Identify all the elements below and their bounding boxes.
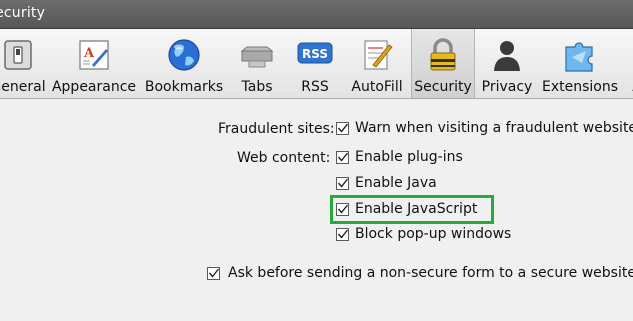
security-pane: Fraudulent sites: Warn when visiting a f… — [0, 99, 633, 321]
checkmark-icon — [337, 229, 349, 239]
tab-extensions[interactable]: Extensions — [541, 29, 619, 98]
svg-text:A: A — [83, 46, 95, 61]
tabs-icon — [239, 37, 275, 73]
warn-fraudulent-option[interactable]: Warn when visiting a fraudulent website — [336, 120, 633, 136]
ask-nonsecure-option[interactable]: Ask before sending a non-secure form to … — [207, 265, 633, 281]
switch-icon — [0, 37, 36, 73]
enable-java-checkbox[interactable] — [336, 176, 349, 190]
enable-java-label: Enable Java — [355, 175, 437, 191]
block-popups-option[interactable]: Block pop-up windows — [336, 226, 511, 242]
autofill-icon — [359, 37, 395, 73]
tab-extensions-label: Extensions — [541, 79, 619, 95]
tab-general[interactable]: General — [0, 29, 46, 98]
checkmark-icon — [337, 204, 349, 214]
checkmark-icon — [337, 123, 349, 133]
silhouette-icon — [489, 37, 525, 73]
checkmark-icon — [208, 268, 220, 278]
ask-nonsecure-label: Ask before sending a non-secure form to … — [228, 265, 633, 281]
tab-privacy[interactable]: Privacy — [479, 29, 535, 98]
puzzle-icon — [562, 37, 598, 73]
window-title: Security — [0, 5, 46, 21]
tab-overflow[interactable]: A — [624, 29, 633, 98]
enable-javascript-checkbox[interactable] — [336, 202, 349, 216]
enable-plugins-checkbox[interactable] — [336, 150, 349, 164]
tab-privacy-label: Privacy — [481, 79, 533, 95]
tab-appearance[interactable]: A Appearance — [50, 29, 138, 98]
tab-general-label: General — [0, 79, 46, 95]
svg-text:RSS: RSS — [302, 47, 328, 61]
block-popups-label: Block pop-up windows — [355, 226, 512, 242]
warn-fraudulent-label: Warn when visiting a fraudulent website — [355, 120, 633, 136]
enable-plugins-option[interactable]: Enable plug-ins — [336, 149, 463, 165]
tab-tabs[interactable]: Tabs — [232, 29, 282, 98]
tab-rss[interactable]: RSS RSS — [290, 29, 340, 98]
checkmark-icon — [337, 178, 349, 188]
rss-icon: RSS — [297, 37, 333, 73]
tab-bookmarks-label: Bookmarks — [144, 79, 224, 95]
warn-fraudulent-checkbox[interactable] — [336, 121, 349, 135]
globe-icon — [166, 37, 202, 73]
enable-java-option[interactable]: Enable Java — [336, 175, 437, 191]
advanced-icon — [628, 37, 633, 73]
tab-appearance-label: Appearance — [51, 79, 137, 95]
tab-security-label: Security — [414, 79, 472, 95]
tab-security[interactable]: Security — [411, 29, 475, 98]
enable-javascript-option[interactable]: Enable JavaScript — [336, 201, 477, 217]
web-content-label: Web content: — [237, 150, 331, 166]
ask-nonsecure-checkbox[interactable] — [207, 266, 220, 280]
block-popups-checkbox[interactable] — [336, 227, 349, 241]
tab-rss-label: RSS — [301, 79, 329, 95]
lock-icon — [425, 37, 461, 73]
fraudulent-sites-label: Fraudulent sites: — [218, 121, 335, 137]
checkmark-icon — [337, 152, 349, 162]
tab-autofill[interactable]: AutoFill — [347, 29, 407, 98]
tab-autofill-label: AutoFill — [351, 79, 403, 95]
window-titlebar: Security — [0, 0, 633, 29]
tab-tabs-label: Tabs — [241, 79, 273, 95]
appearance-icon: A — [76, 37, 112, 73]
enable-javascript-label: Enable JavaScript — [355, 201, 478, 217]
tab-bookmarks[interactable]: Bookmarks — [143, 29, 225, 98]
enable-plugins-label: Enable plug-ins — [355, 149, 463, 165]
preferences-toolbar: General A Appearance Bookmarks Tabs RSS … — [0, 29, 633, 99]
